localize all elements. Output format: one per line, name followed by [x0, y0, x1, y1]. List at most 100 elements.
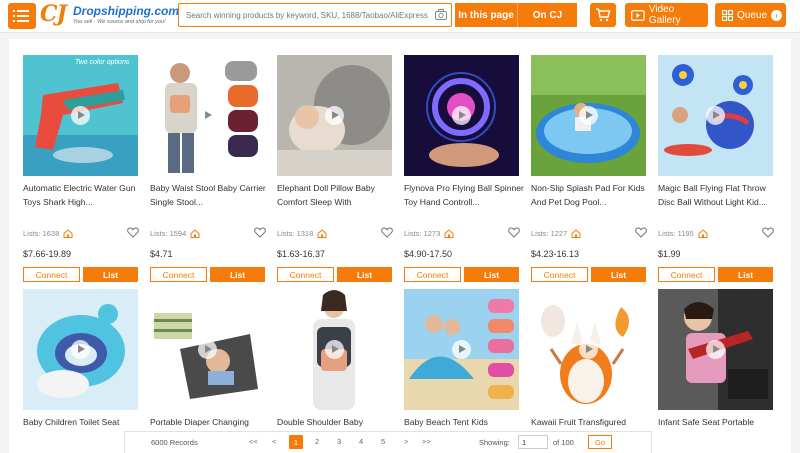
connect-button[interactable]: Connect — [658, 267, 715, 282]
list-button[interactable]: List — [591, 267, 646, 282]
heart-icon[interactable] — [127, 227, 139, 238]
heart-icon[interactable] — [762, 227, 774, 238]
connect-button[interactable]: Connect — [531, 267, 588, 282]
product-price: $4.90-17.50 — [404, 249, 453, 259]
house-icon — [698, 229, 708, 238]
product-image[interactable] — [531, 289, 646, 410]
product-card[interactable]: Two color options Automatic Electric Wat… — [23, 55, 139, 282]
house-icon — [571, 229, 581, 238]
product-image[interactable] — [658, 289, 773, 410]
search-on-cj-button[interactable]: On CJ — [517, 3, 577, 27]
queue-label: Queue — [737, 9, 768, 21]
records-count: 6000 Records — [151, 438, 198, 447]
image-caption: Two color options — [75, 59, 130, 66]
product-title[interactable]: Baby Waist Stool Baby Carrier Single Sto… — [150, 181, 274, 209]
connect-button[interactable]: Connect — [150, 267, 207, 282]
play-icon[interactable] — [71, 106, 90, 125]
product-card[interactable]: Double Shoulder Baby — [277, 289, 392, 427]
product-title[interactable]: Infant Safe Seat Portable — [658, 415, 782, 443]
house-icon — [190, 229, 200, 238]
last-page-button[interactable]: >> — [422, 437, 431, 446]
house-icon — [63, 229, 73, 238]
heart-icon[interactable] — [254, 227, 266, 238]
arrow-right-icon: › — [771, 9, 783, 21]
product-card[interactable]: Baby Beach Tent Kids — [404, 289, 519, 427]
play-icon[interactable] — [706, 340, 725, 359]
product-image[interactable] — [404, 289, 519, 410]
product-price: $1.63-16.37 — [277, 249, 326, 259]
product-lists-count: Lists: 1195 — [658, 229, 708, 238]
product-card[interactable]: Baby Waist Stool Baby Carrier Single Sto… — [150, 55, 266, 282]
heart-icon[interactable] — [508, 227, 520, 238]
product-title[interactable]: Automatic Electric Water Gun Toys Shark … — [23, 181, 147, 209]
product-card[interactable]: Portable Diaper Changing — [150, 289, 265, 427]
list-button[interactable]: List — [464, 267, 519, 282]
play-icon[interactable] — [198, 106, 217, 125]
product-card[interactable]: Elephant Doll Pillow Baby Comfort Sleep … — [277, 55, 393, 282]
connect-button[interactable]: Connect — [404, 267, 461, 282]
play-icon[interactable] — [452, 106, 471, 125]
page-button-3[interactable]: 3 — [337, 437, 341, 446]
page-button-1[interactable]: 1 — [289, 435, 303, 449]
product-image[interactable] — [150, 55, 265, 176]
product-card[interactable]: Non-Slip Splash Pad For Kids And Pet Dog… — [531, 55, 647, 282]
play-icon[interactable] — [706, 106, 725, 125]
product-image[interactable] — [150, 289, 265, 410]
page-total-label: of 100 — [553, 438, 574, 447]
list-button[interactable]: List — [83, 267, 138, 282]
first-page-button[interactable]: << — [249, 437, 258, 446]
lists-label: Lists: 1273 — [404, 229, 441, 238]
list-button[interactable]: List — [337, 267, 392, 282]
product-card[interactable]: Infant Safe Seat Portable — [658, 289, 773, 427]
product-title[interactable]: Magic Ball Flying Flat Throw Disc Ball W… — [658, 181, 782, 209]
camera-icon[interactable] — [435, 9, 447, 20]
search-input[interactable] — [179, 4, 429, 26]
play-icon[interactable] — [325, 106, 344, 125]
search-in-page-button[interactable]: In this page — [455, 3, 517, 27]
next-page-button[interactable]: > — [404, 437, 408, 446]
page-button-5[interactable]: 5 — [381, 437, 385, 446]
page-button-4[interactable]: 4 — [359, 437, 363, 446]
product-lists-count: Lists: 1594 — [150, 229, 200, 238]
product-card[interactable]: Baby Children Toilet Seat — [23, 289, 138, 427]
play-icon[interactable] — [325, 340, 344, 359]
house-icon — [317, 229, 327, 238]
product-image[interactable]: Two color options — [23, 55, 138, 176]
connect-button[interactable]: Connect — [277, 267, 334, 282]
cart-button[interactable] — [590, 3, 616, 27]
heart-icon[interactable] — [635, 227, 647, 238]
page-button-2[interactable]: 2 — [315, 437, 319, 446]
product-price: $1.99 — [658, 249, 681, 259]
prev-page-button[interactable]: < — [272, 437, 276, 446]
product-title[interactable]: Elephant Doll Pillow Baby Comfort Sleep … — [277, 181, 401, 209]
lists-label: Lists: 1227 — [531, 229, 568, 238]
lists-label: Lists: 1594 — [150, 229, 187, 238]
product-card[interactable]: Magic Ball Flying Flat Throw Disc Ball W… — [658, 55, 774, 282]
heart-icon[interactable] — [381, 227, 393, 238]
play-icon[interactable] — [579, 106, 598, 125]
go-button[interactable]: Go — [588, 435, 612, 449]
list-button[interactable]: List — [210, 267, 265, 282]
play-icon[interactable] — [71, 340, 90, 359]
product-image[interactable] — [23, 289, 138, 410]
product-title[interactable]: Non-Slip Splash Pad For Kids And Pet Dog… — [531, 181, 655, 209]
play-icon[interactable] — [452, 340, 471, 359]
product-title[interactable]: Flynova Pro Flying Ball Spinner Toy Hand… — [404, 181, 528, 209]
product-image[interactable] — [277, 289, 392, 410]
logo[interactable]: CJ Dropshipping.com You sell · We source… — [40, 1, 179, 30]
queue-button[interactable]: Queue › — [715, 3, 786, 27]
product-card[interactable]: Flynova Pro Flying Ball Spinner Toy Hand… — [404, 55, 524, 282]
play-icon[interactable] — [198, 340, 217, 359]
product-image[interactable] — [277, 55, 392, 176]
product-image[interactable] — [658, 55, 773, 176]
product-lists-count: Lists: 1227 — [531, 229, 581, 238]
product-image[interactable] — [404, 55, 519, 176]
page-number-input[interactable] — [518, 435, 548, 449]
product-card[interactable]: Kawaii Fruit Transfigured — [531, 289, 646, 427]
play-icon[interactable] — [579, 340, 598, 359]
video-gallery-button[interactable]: Video Gallery — [625, 3, 708, 27]
menu-icon[interactable] — [8, 3, 36, 29]
list-button[interactable]: List — [718, 267, 773, 282]
product-image[interactable] — [531, 55, 646, 176]
connect-button[interactable]: Connect — [23, 267, 80, 282]
